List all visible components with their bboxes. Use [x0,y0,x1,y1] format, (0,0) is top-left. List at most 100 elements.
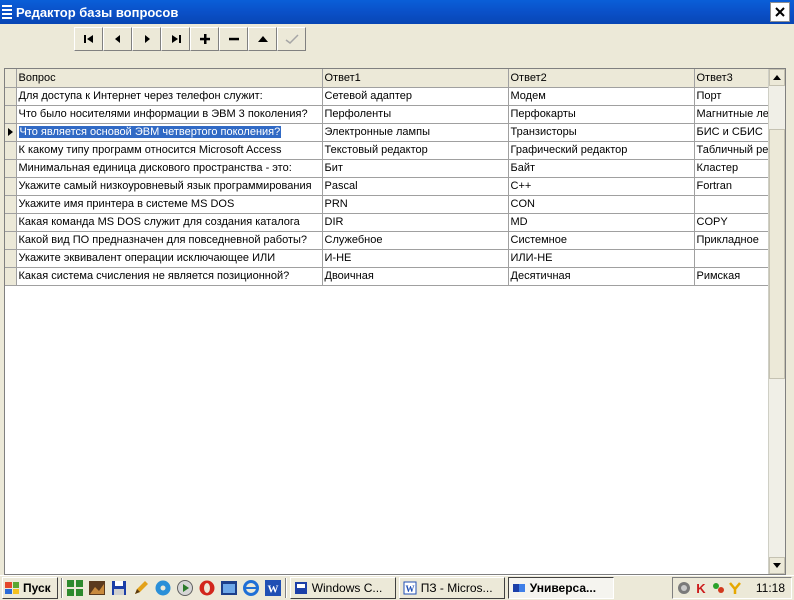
cell-answer2[interactable]: Системное [508,231,695,250]
cell-answer2[interactable]: ИЛИ-НЕ [508,249,695,268]
cell-answer1[interactable]: Текстовый редактор [322,141,509,160]
cell-answer3[interactable]: Кластер [694,159,776,178]
table-row[interactable]: Что было носителями информации в ЭВМ 3 п… [5,105,776,124]
yandex-icon[interactable] [728,581,742,595]
scroll-down-button[interactable] [769,557,785,574]
cell-answer1[interactable]: Перфоленты [322,105,509,124]
task-question-editor[interactable]: Универса... [507,577,614,599]
cell-question[interactable]: Укажите самый низкоуровневый язык програ… [16,177,323,196]
cell-answer3[interactable]: Прикладное [694,231,776,250]
cell-question[interactable]: Что является основой ЭВМ четвертого поко… [16,123,323,142]
cell-answer1[interactable]: DIR [322,213,509,232]
kaspersky-icon[interactable]: K [694,581,708,595]
insert-record-button[interactable] [190,27,219,51]
table-row[interactable]: Для доступа к Интернет через телефон слу… [5,87,776,106]
scroll-thumb[interactable] [769,129,785,379]
column-header-answer3[interactable]: Ответ3 [694,69,776,88]
cell-answer3[interactable]: Порт [694,87,776,106]
close-button[interactable] [770,2,790,22]
column-header-answer1[interactable]: Ответ1 [322,69,509,88]
row-indicator[interactable] [5,267,17,286]
row-indicator[interactable] [5,195,17,214]
cell-answer3[interactable]: Римская [694,267,776,286]
table-row[interactable]: Укажите эквивалент операции исключающее … [5,249,776,268]
cell-answer3[interactable]: Табличный ред [694,141,776,160]
post-record-button[interactable] [277,27,306,51]
next-record-button[interactable] [132,27,161,51]
row-indicator[interactable] [5,177,17,196]
cell-answer1[interactable]: Служебное [322,231,509,250]
prior-record-button[interactable] [103,27,132,51]
floppy-save-icon[interactable] [110,579,128,597]
cell-answer2[interactable]: Перфокарты [508,105,695,124]
cell-answer1[interactable]: И-НЕ [322,249,509,268]
table-row[interactable]: Какая система счисления не является пози… [5,267,776,286]
cell-answer1[interactable]: PRN [322,195,509,214]
internet-explorer-icon[interactable] [242,579,260,597]
row-indicator[interactable] [5,213,17,232]
cell-answer3[interactable]: Fortran [694,177,776,196]
cell-question[interactable]: Укажите эквивалент операции исключающее … [16,249,323,268]
cell-answer1[interactable]: Двоичная [322,267,509,286]
row-indicator[interactable] [5,87,17,106]
cell-answer3[interactable] [694,249,776,268]
row-indicator[interactable] [5,249,17,268]
questions-grid[interactable]: Вопрос Ответ1 Ответ2 Ответ3 Для доступа … [4,68,786,575]
word-icon[interactable]: W [264,579,282,597]
cell-answer2[interactable]: C++ [508,177,695,196]
cell-question[interactable]: К какому типу программ относится Microso… [16,141,323,160]
task-word-document[interactable]: W ПЗ - Micros... [398,577,505,599]
row-indicator[interactable] [5,231,17,250]
cell-answer2[interactable]: Модем [508,87,695,106]
last-record-button[interactable] [161,27,190,51]
cell-answer1[interactable]: Pascal [322,177,509,196]
cell-answer2[interactable]: MD [508,213,695,232]
cell-question[interactable]: Минимальная единица дискового пространст… [16,159,323,178]
cell-answer2[interactable]: Транзисторы [508,123,695,142]
start-button[interactable]: Пуск [2,577,58,599]
row-indicator[interactable] [5,123,17,142]
table-row[interactable]: Укажите самый низкоуровневый язык програ… [5,177,776,196]
table-row[interactable]: Что является основой ЭВМ четвертого поко… [5,123,776,142]
cd-icon[interactable] [154,579,172,597]
table-row[interactable]: Минимальная единица дискового пространст… [5,159,776,178]
sound-icon[interactable] [677,581,691,595]
title-bar[interactable]: Редактор базы вопросов [0,0,794,24]
table-row[interactable]: Укажите имя принтера в системе MS DOS PRN… [5,195,776,214]
cell-answer3[interactable]: Магнитные лен [694,105,776,124]
cell-answer3[interactable] [694,195,776,214]
cell-answer1[interactable]: Сетевой адаптер [322,87,509,106]
scroll-up-button[interactable] [769,69,785,86]
column-header-answer2[interactable]: Ответ2 [508,69,695,88]
cell-question[interactable]: Какая система счисления не является пози… [16,267,323,286]
row-indicator[interactable] [5,159,17,178]
cell-question[interactable]: Какой вид ПО предназначен для повседневн… [16,231,323,250]
grid-app-icon[interactable] [66,579,84,597]
opera-icon[interactable] [198,579,216,597]
cell-question[interactable]: Для доступа к Интернет через телефон слу… [16,87,323,106]
first-record-button[interactable] [74,27,103,51]
cell-question[interactable]: Что было носителями информации в ЭВМ 3 п… [16,105,323,124]
task-windows-commander[interactable]: Windows C... [289,577,396,599]
cell-answer2[interactable]: Байт [508,159,695,178]
image-app-icon[interactable] [88,579,106,597]
cell-answer2[interactable]: Графический редактор [508,141,695,160]
edit-record-button[interactable] [248,27,277,51]
cell-question[interactable]: Укажите имя принтера в системе MS DOS [16,195,323,214]
row-indicator[interactable] [5,105,17,124]
cell-question[interactable]: Какая команда MS DOS служит для создания… [16,213,323,232]
cell-answer2[interactable]: Десятичная [508,267,695,286]
table-app-icon[interactable] [220,579,238,597]
cell-answer3[interactable]: COPY [694,213,776,232]
vertical-scrollbar[interactable] [768,69,785,574]
cell-answer1[interactable]: Бит [322,159,509,178]
table-row[interactable]: Какая команда MS DOS служит для создания… [5,213,776,232]
cell-answer2[interactable]: CON [508,195,695,214]
column-header-question[interactable]: Вопрос [16,69,323,88]
cell-answer3[interactable]: БИС и СБИС [694,123,776,142]
table-row[interactable]: К какому типу программ относится Microso… [5,141,776,160]
table-row[interactable]: Какой вид ПО предназначен для повседневн… [5,231,776,250]
delete-record-button[interactable] [219,27,248,51]
cell-answer1[interactable]: Электронные лампы [322,123,509,142]
pencil-icon[interactable] [132,579,150,597]
